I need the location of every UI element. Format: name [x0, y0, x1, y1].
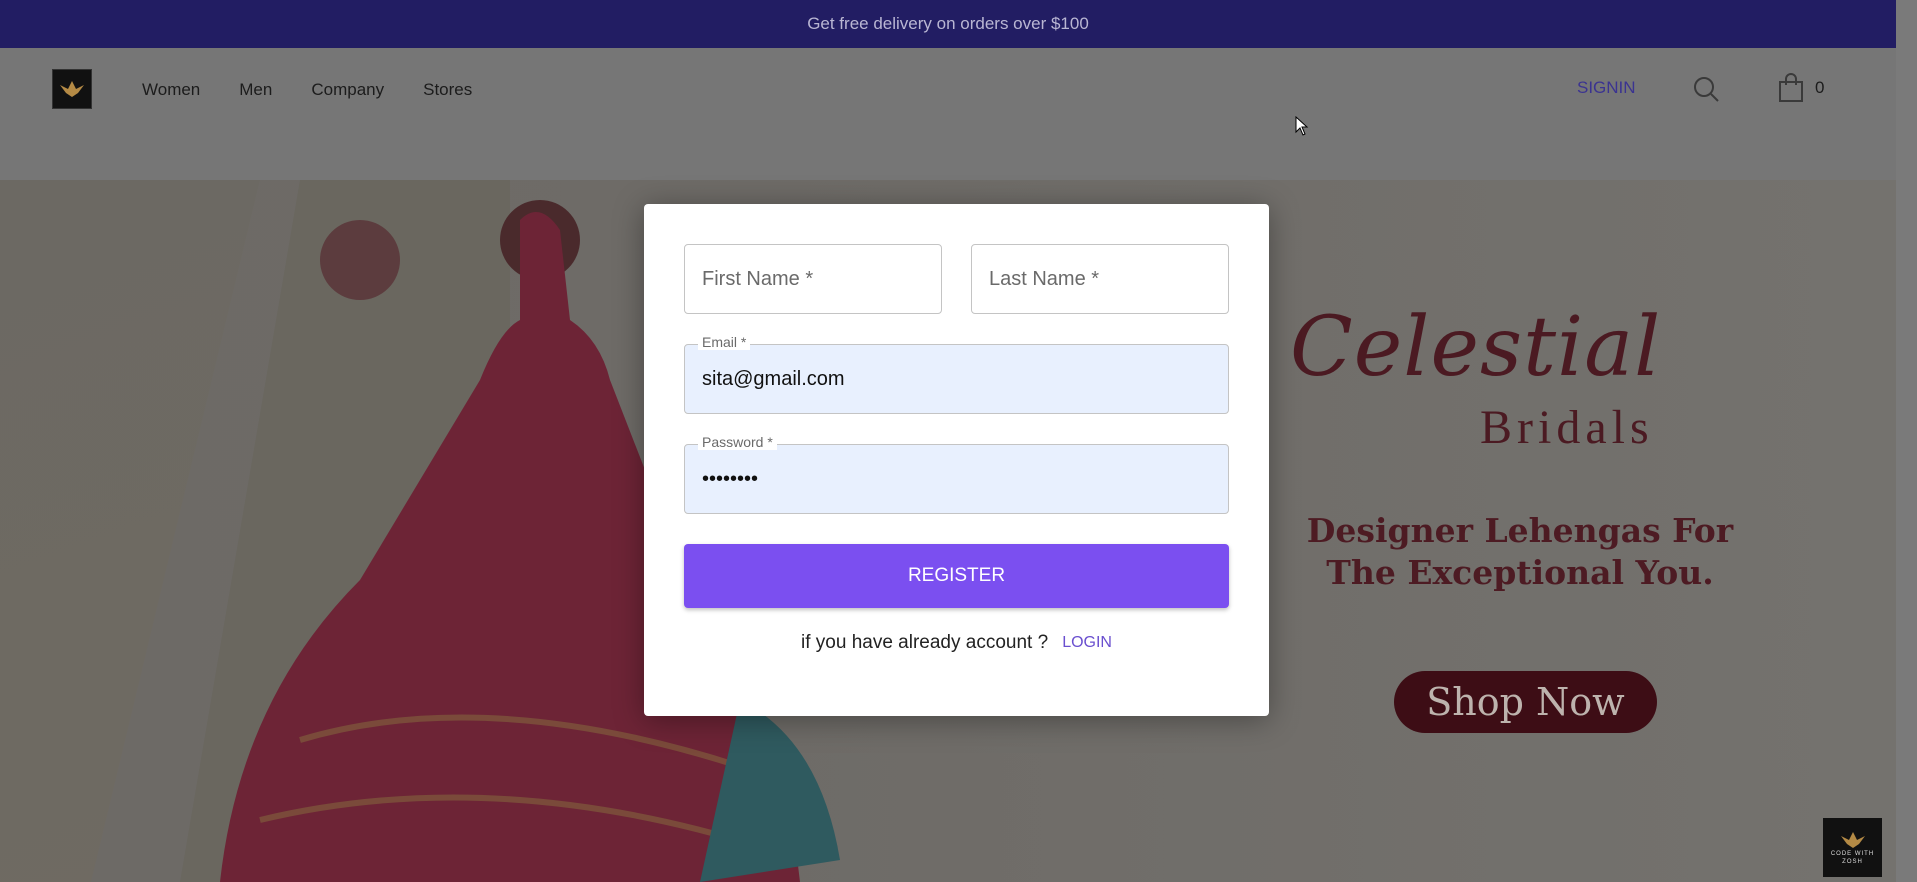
brand-line-1: Celestial [1290, 300, 1662, 395]
logo[interactable] [52, 69, 92, 109]
badge-text: CODE WITH ZOSH [1830, 850, 1875, 865]
mouse-cursor-icon [1295, 116, 1309, 136]
eagle-icon [1840, 831, 1865, 848]
email-input[interactable] [685, 345, 1228, 413]
main-nav: Women Men Company Stores [142, 80, 472, 100]
nav-item-women[interactable]: Women [142, 80, 200, 100]
announcement-bar: Get free delivery on orders over $100 [0, 0, 1896, 48]
shop-now-button[interactable]: Shop Now [1394, 671, 1657, 733]
password-field[interactable]: Password * [684, 434, 1229, 514]
announcement-text: Get free delivery on orders over $100 [807, 14, 1089, 33]
search-icon[interactable] [1692, 75, 1720, 103]
register-dialog: Email * Password * REGISTER if you have … [644, 204, 1269, 716]
password-input[interactable] [685, 445, 1228, 513]
nav-item-company[interactable]: Company [311, 80, 384, 100]
brand-logo-text: Celestial Bridals [1290, 300, 1662, 454]
login-link[interactable]: LOGIN [1062, 634, 1112, 652]
shopping-bag-icon[interactable] [1777, 73, 1805, 103]
scrollbar[interactable] [1896, 0, 1917, 882]
login-prompt: if you have already account ? [801, 632, 1049, 653]
register-button[interactable]: REGISTER [684, 544, 1229, 608]
last-name-field[interactable] [971, 244, 1229, 314]
password-label: Password * [698, 434, 777, 450]
nav-item-men[interactable]: Men [239, 80, 272, 100]
brand-line-2: Bridals [1480, 401, 1654, 454]
hero-tagline: Designer Lehengas For The Exceptional Yo… [1306, 511, 1734, 592]
login-prompt-row: if you have already account ? LOGIN [644, 632, 1269, 654]
email-field[interactable]: Email * [684, 334, 1229, 414]
first-name-field[interactable] [684, 244, 942, 314]
signin-link[interactable]: SIGNIN [1577, 78, 1636, 98]
email-label: Email * [698, 334, 751, 350]
site-header: Women Men Company Stores SIGNIN 0 [0, 48, 1896, 180]
cart-count: 0 [1815, 78, 1825, 97]
nav-item-stores[interactable]: Stores [423, 80, 472, 100]
first-name-input[interactable] [685, 245, 941, 313]
channel-badge: CODE WITH ZOSH [1823, 818, 1882, 877]
eagle-logo-icon [60, 81, 84, 97]
last-name-input[interactable] [972, 245, 1228, 313]
